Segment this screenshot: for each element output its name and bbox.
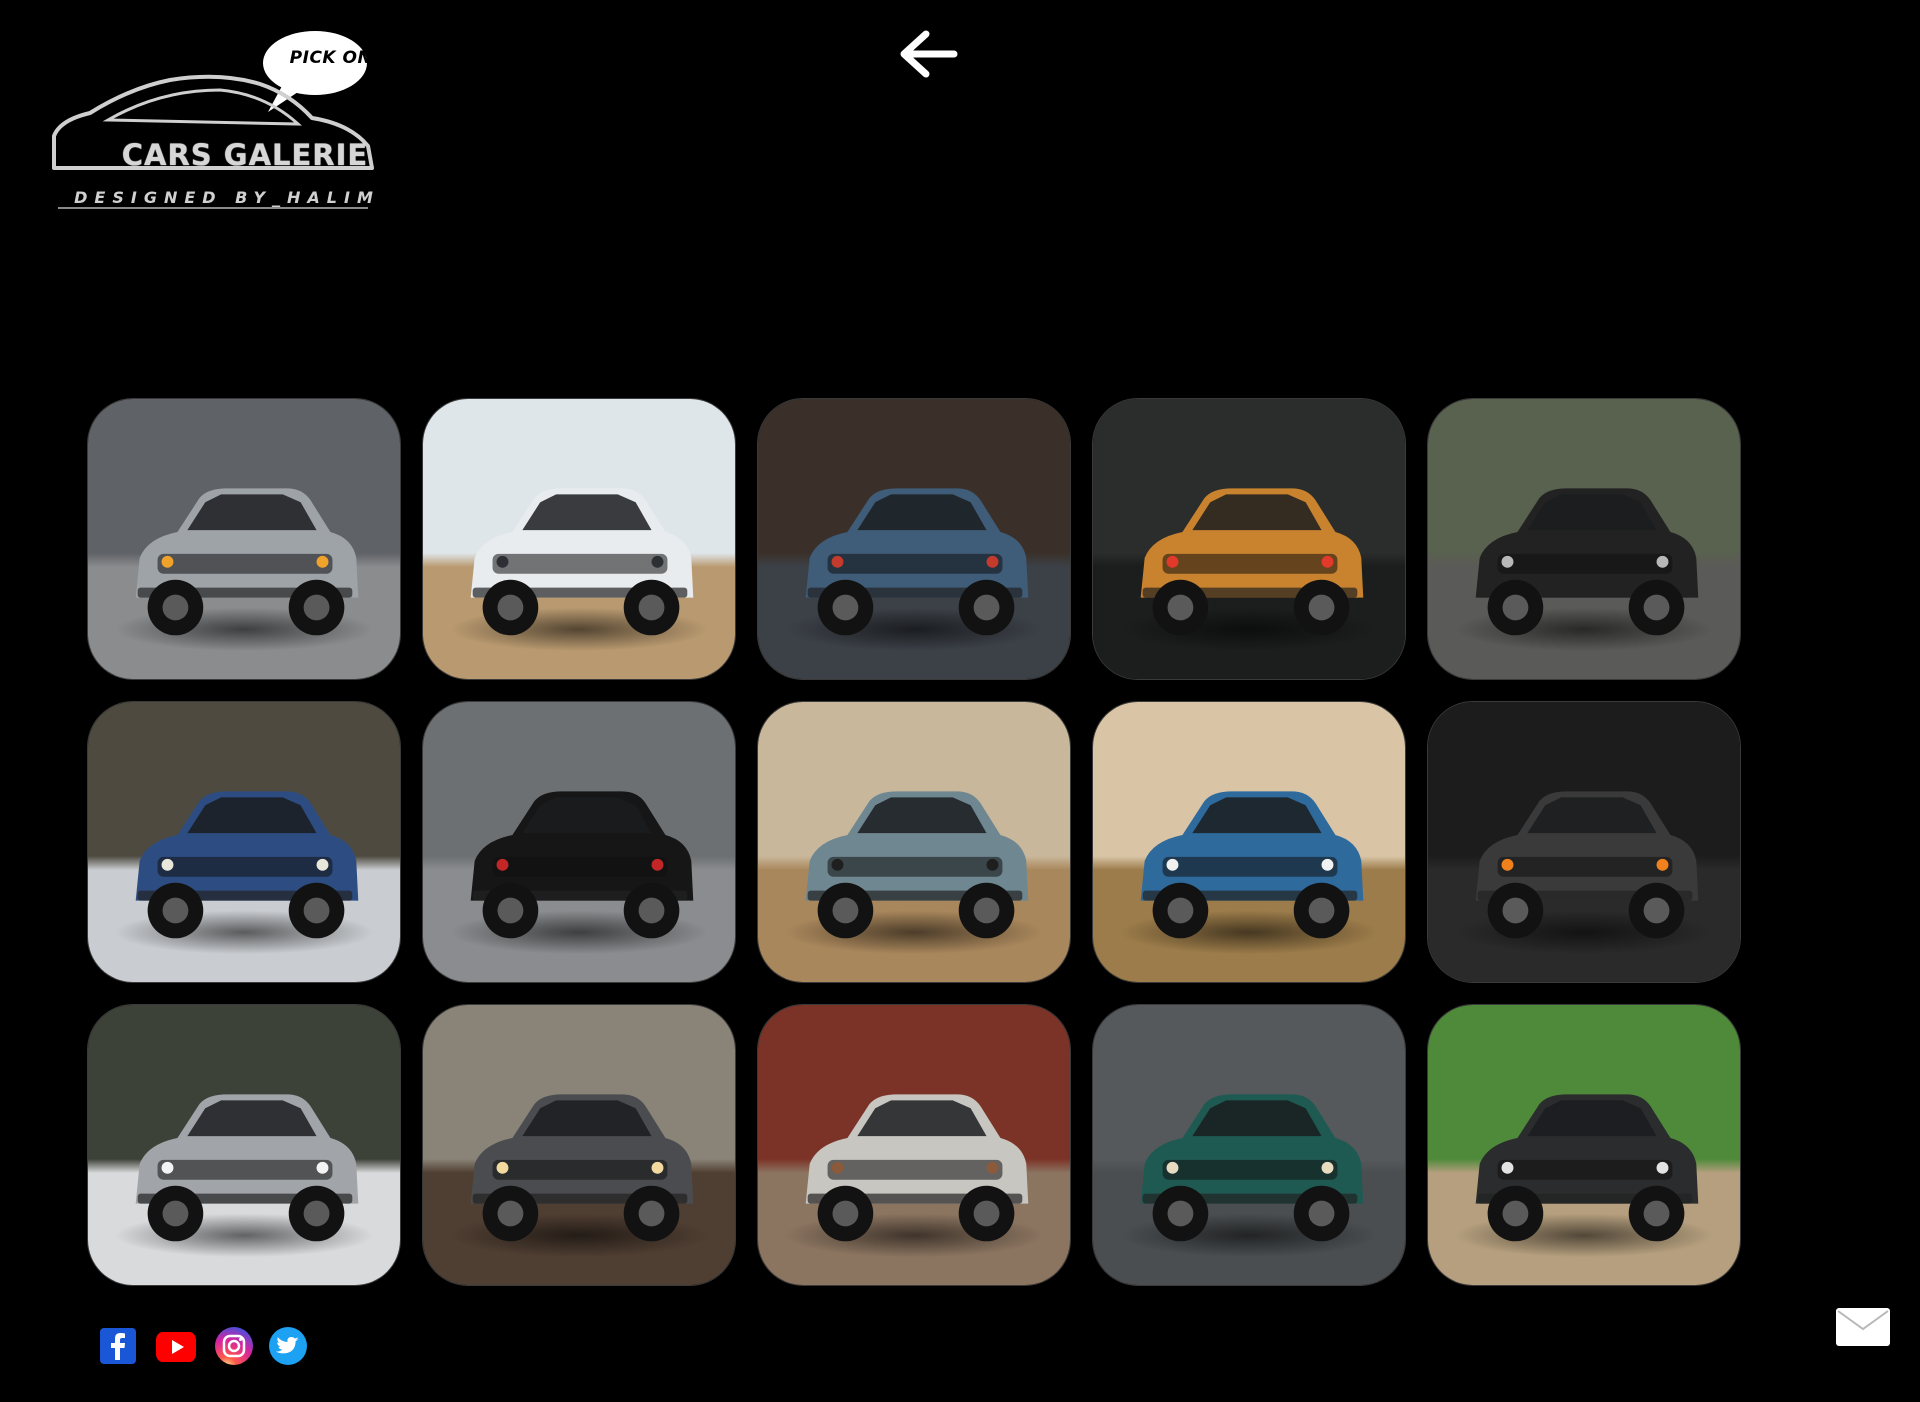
gallery-card[interactable]	[1092, 1004, 1406, 1286]
arrow-left-icon	[900, 30, 958, 78]
social-links	[98, 1326, 308, 1366]
facebook-icon[interactable]	[98, 1326, 138, 1366]
gallery-card[interactable]	[757, 1004, 1071, 1286]
car-photo	[423, 399, 735, 679]
gallery-card[interactable]	[757, 701, 1071, 983]
car-photo	[1428, 702, 1740, 982]
car-photo	[1093, 1005, 1405, 1285]
gallery-card[interactable]	[422, 398, 736, 680]
gallery-card[interactable]	[87, 1004, 401, 1286]
logo-bubble-text: PICK ONE	[289, 48, 385, 68]
site-logo[interactable]: PICK ONE CARS GALERIE DESIGNED BY_HALIM	[50, 28, 384, 213]
gallery-card[interactable]	[422, 701, 736, 983]
twitter-icon[interactable]	[268, 1326, 308, 1366]
gallery-card[interactable]	[87, 701, 401, 983]
gallery-card[interactable]	[1427, 398, 1741, 680]
car-photo	[423, 1005, 735, 1285]
back-button[interactable]	[896, 28, 960, 80]
gallery-card[interactable]	[422, 1004, 736, 1286]
car-photo	[758, 702, 1070, 982]
instagram-icon[interactable]	[214, 1326, 254, 1366]
gallery-card[interactable]	[1427, 701, 1741, 983]
car-photo	[423, 702, 735, 982]
car-photo	[1093, 399, 1405, 679]
contact-mail-button[interactable]	[1835, 1307, 1891, 1347]
page: PICK ONE CARS GALERIE DESIGNED BY_HALIM	[0, 0, 1920, 1402]
car-photo	[1428, 1005, 1740, 1285]
car-gallery-grid	[87, 398, 1742, 1286]
car-photo	[758, 399, 1070, 679]
gallery-card[interactable]	[1092, 398, 1406, 680]
car-photo	[758, 1005, 1070, 1285]
gallery-card[interactable]	[1092, 701, 1406, 983]
gallery-card[interactable]	[87, 398, 401, 680]
gallery-card[interactable]	[757, 398, 1071, 680]
mail-icon	[1836, 1308, 1890, 1346]
car-photo	[88, 702, 400, 982]
brand-tagline: DESIGNED BY_HALIM	[74, 188, 380, 207]
car-photo	[88, 399, 400, 679]
car-photo	[88, 1005, 400, 1285]
car-photo	[1093, 702, 1405, 982]
youtube-icon[interactable]	[152, 1326, 200, 1366]
gallery-card[interactable]	[1427, 1004, 1741, 1286]
car-photo	[1428, 399, 1740, 679]
brand-name: CARS GALERIE	[121, 138, 369, 172]
